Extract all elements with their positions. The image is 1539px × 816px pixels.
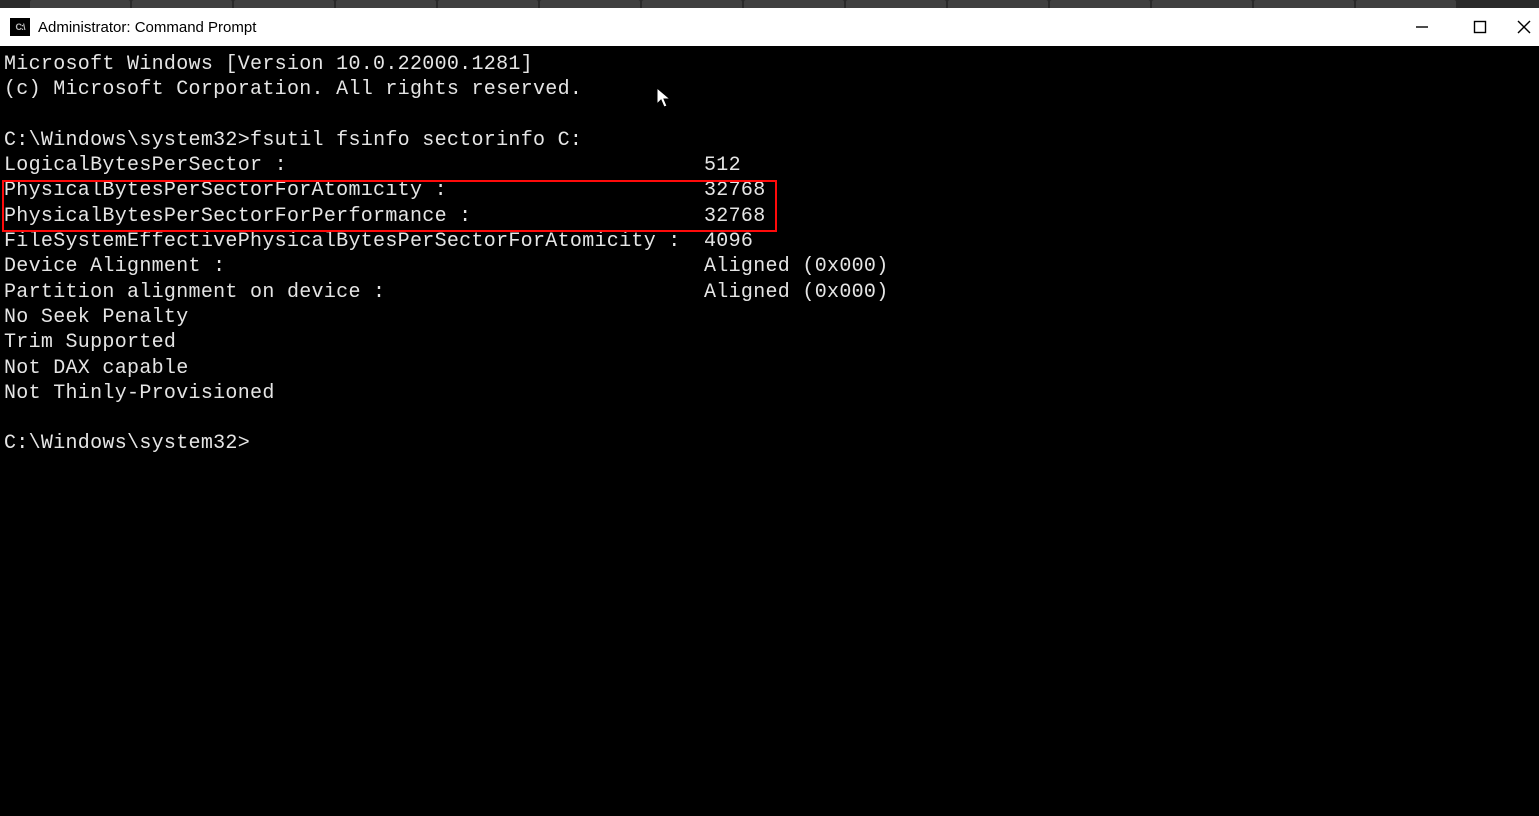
kv-logical-bytes: LogicalBytesPerSector :512: [4, 153, 1535, 178]
browser-tab-bar: [0, 0, 1539, 8]
title-bar-left: C:\ Administrator: Command Prompt: [10, 18, 256, 36]
os-version-line: Microsoft Windows [Version 10.0.22000.12…: [4, 52, 1535, 77]
window-title: Administrator: Command Prompt: [38, 19, 256, 36]
close-button[interactable]: [1509, 8, 1539, 46]
tab-stub[interactable]: [336, 0, 436, 8]
kv-fs-effective: FileSystemEffectivePhysicalBytesPerSecto…: [4, 229, 1535, 254]
prompt-ready: C:\Windows\system32>: [4, 431, 1535, 456]
red-highlight-box: [2, 180, 777, 232]
flag-no-seek: No Seek Penalty: [4, 305, 1535, 330]
kv-value: 512: [704, 153, 741, 178]
kv-value: 4096: [704, 229, 753, 254]
maximize-icon: [1473, 20, 1487, 34]
tab-stub[interactable]: [948, 0, 1048, 8]
kv-key: Partition alignment on device :: [4, 280, 704, 305]
blank-line: [4, 406, 1535, 431]
maximize-button[interactable]: [1451, 8, 1509, 46]
tab-stub[interactable]: [30, 0, 130, 8]
tab-stub[interactable]: [744, 0, 844, 8]
terminal-output[interactable]: Microsoft Windows [Version 10.0.22000.12…: [0, 46, 1539, 816]
flag-thin: Not Thinly-Provisioned: [4, 381, 1535, 406]
tab-stub[interactable]: [438, 0, 538, 8]
kv-partition-alignment: Partition alignment on device :Aligned (…: [4, 280, 1535, 305]
minimize-icon: [1415, 20, 1429, 34]
kv-value: Aligned (0x000): [704, 254, 889, 279]
tab-stub[interactable]: [1050, 0, 1150, 8]
typed-command: fsutil fsinfo sectorinfo C:: [250, 129, 582, 152]
close-icon: [1517, 20, 1531, 34]
window-controls: [1393, 8, 1539, 46]
tab-stub[interactable]: [846, 0, 946, 8]
kv-key: FileSystemEffectivePhysicalBytesPerSecto…: [4, 229, 704, 254]
copyright-line: (c) Microsoft Corporation. All rights re…: [4, 77, 1535, 102]
command-line: C:\Windows\system32>fsutil fsinfo sector…: [4, 128, 1535, 153]
kv-device-alignment: Device Alignment :Aligned (0x000): [4, 254, 1535, 279]
tab-stub[interactable]: [1356, 0, 1456, 8]
flag-dax: Not DAX capable: [4, 356, 1535, 381]
tab-stub[interactable]: [642, 0, 742, 8]
kv-value: Aligned (0x000): [704, 280, 889, 305]
tab-stub[interactable]: [540, 0, 640, 8]
window-title-bar[interactable]: C:\ Administrator: Command Prompt: [0, 8, 1539, 46]
prompt-path: C:\Windows\system32>: [4, 129, 250, 152]
tab-stub[interactable]: [1254, 0, 1354, 8]
minimize-button[interactable]: [1393, 8, 1451, 46]
tab-stub[interactable]: [132, 0, 232, 8]
kv-key: Device Alignment :: [4, 254, 704, 279]
cmd-icon: C:\: [10, 18, 30, 36]
tab-stub[interactable]: [1152, 0, 1252, 8]
flag-trim: Trim Supported: [4, 330, 1535, 355]
blank-line: [4, 103, 1535, 128]
tab-stub[interactable]: [234, 0, 334, 8]
kv-key: LogicalBytesPerSector :: [4, 153, 704, 178]
